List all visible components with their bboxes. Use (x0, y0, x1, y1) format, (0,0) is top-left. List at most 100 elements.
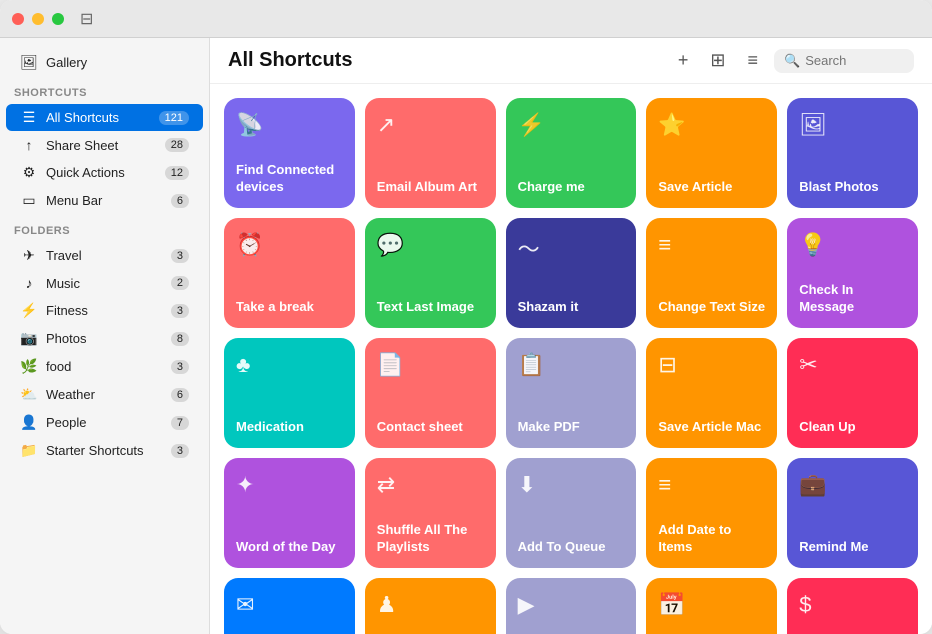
contact-sheet-label: Contact sheet (377, 419, 484, 436)
shortcut-card-remind-me[interactable]: 💼Remind Me (787, 458, 918, 568)
food-icon: 🌿 (20, 358, 38, 375)
minimize-button[interactable] (32, 13, 44, 25)
add-button[interactable]: + (672, 48, 695, 73)
medication-icon: ♣ (236, 352, 343, 378)
quick-actions-icon: ⚙ (20, 164, 38, 181)
sidebar-item-fitness[interactable]: ⚡ Fitness 3 (6, 297, 203, 324)
main-window: ⊟ 🖼 Gallery Shortcuts ☰ All Shortcuts 12… (0, 0, 932, 634)
add-to-queue-label: Add To Queue (518, 539, 625, 556)
shortcut-card-take-a-break[interactable]: ⏰ Take a break (224, 218, 355, 328)
all-shortcuts-label: All Shortcuts (46, 110, 119, 125)
shortcut-card-word-of-the-day[interactable]: ✦ Word of the Day (224, 458, 355, 568)
email-album-art-label: Email Album Art (377, 179, 484, 196)
sidebar-item-quick-actions[interactable]: ⚙ Quick Actions 12 (6, 159, 203, 186)
food-badge: 3 (171, 360, 189, 374)
word-of-the-day-label: Word of the Day (236, 539, 343, 556)
people-label: People (46, 415, 86, 430)
content-area: 🖼 Gallery Shortcuts ☰ All Shortcuts 121 … (0, 38, 932, 634)
word-of-the-day-icon: ✦ (236, 472, 343, 498)
quick-actions-badge: 12 (165, 166, 189, 180)
shortcut-card-blast-photos[interactable]: 🖼 Blast Photos (787, 98, 918, 208)
shortcut-card-charge-me[interactable]: ⚡Charge me (506, 98, 637, 208)
shortcut-card-gas-on-this-street[interactable]: ♟Gas On This Street (365, 578, 496, 634)
titlebar: ⊟ (0, 0, 932, 38)
fitness-label: Fitness (46, 303, 88, 318)
shortcuts-grid: 📡Find Connected devices ↗ Email Album Art ⚡… (224, 98, 918, 634)
search-icon: 🔍 (784, 53, 800, 69)
medication-label: Medication (236, 419, 343, 436)
shortcut-card-calculate-tip[interactable]: $Calculate Tip (787, 578, 918, 634)
sidebar-item-food[interactable]: 🌿 food 3 (6, 353, 203, 380)
music-icon: ♪ (20, 275, 38, 291)
how-many-days-until-icon: 📅 (658, 592, 765, 618)
main-header: All Shortcuts + ⊞ ≡ 🔍 (210, 38, 932, 84)
shortcut-card-contact-sheet[interactable]: 📄Contact sheet (365, 338, 496, 448)
food-label: food (46, 359, 71, 374)
change-text-size-icon: ≡ (658, 232, 765, 258)
people-icon: 👤 (20, 414, 38, 431)
clean-up-label: Clean Up (799, 419, 906, 436)
sidebar-section-folders: Folders (0, 215, 209, 241)
grid-view-button[interactable]: ⊞ (704, 48, 731, 73)
shortcut-card-add-date-to-items[interactable]: ≡Add Date to Items (646, 458, 777, 568)
search-input[interactable] (805, 53, 905, 68)
check-in-message-icon: 💡 (799, 232, 906, 258)
text-last-image-icon: 💬 (377, 232, 484, 258)
shortcut-card-email-myself[interactable]: ✉Email Myself (224, 578, 355, 634)
shortcut-card-medication[interactable]: ♣ Medication (224, 338, 355, 448)
email-album-art-icon: ↗ (377, 112, 484, 138)
sidebar-item-gallery[interactable]: 🖼 Gallery (6, 49, 203, 76)
weather-icon: ⛅ (20, 386, 38, 403)
sidebar-item-people[interactable]: 👤 People 7 (6, 409, 203, 436)
maximize-button[interactable] (52, 13, 64, 25)
shortcut-card-add-to-queue[interactable]: ⬇Add To Queue (506, 458, 637, 568)
shortcut-card-sort-lines[interactable]: ▶Sort Lines (506, 578, 637, 634)
shortcut-card-make-pdf[interactable]: 📋Make PDF (506, 338, 637, 448)
sidebar-item-starter-shortcuts[interactable]: 📁 Starter Shortcuts 3 (6, 437, 203, 464)
sidebar-toggle-icon[interactable]: ⊟ (80, 9, 93, 29)
photos-badge: 8 (171, 332, 189, 346)
sidebar-item-all-shortcuts[interactable]: ☰ All Shortcuts 121 (6, 104, 203, 131)
shortcut-card-save-article-mac[interactable]: ⊟Save Article Mac (646, 338, 777, 448)
close-button[interactable] (12, 13, 24, 25)
shortcut-card-shazam-it[interactable]: 〜Shazam it (506, 218, 637, 328)
check-in-message-label: Check In Message (799, 282, 906, 316)
shortcut-card-text-last-image[interactable]: 💬 Text Last Image (365, 218, 496, 328)
sidebar-item-weather[interactable]: ⛅ Weather 6 (6, 381, 203, 408)
main-content: All Shortcuts + ⊞ ≡ 🔍 📡Find Connected de… (210, 38, 932, 634)
starter-shortcuts-badge: 3 (171, 444, 189, 458)
shortcut-card-change-text-size[interactable]: ≡ Change Text Size (646, 218, 777, 328)
shortcut-card-check-in-message[interactable]: 💡 Check In Message (787, 218, 918, 328)
find-connected-devices-icon: 📡 (236, 112, 343, 138)
blast-photos-icon: 🖼 (799, 112, 906, 138)
shortcut-card-save-article[interactable]: ⭐Save Article (646, 98, 777, 208)
sidebar-item-music[interactable]: ♪ Music 2 (6, 270, 203, 296)
shuffle-all-playlists-label: Shuffle All The Playlists (377, 522, 484, 556)
starter-shortcuts-icon: 📁 (20, 442, 38, 459)
shortcut-card-find-connected-devices[interactable]: 📡Find Connected devices (224, 98, 355, 208)
sidebar-item-share-sheet[interactable]: ↑ Share Sheet 28 (6, 132, 203, 158)
shortcut-card-clean-up[interactable]: ✂Clean Up (787, 338, 918, 448)
menu-bar-label: Menu Bar (46, 193, 102, 208)
change-text-size-label: Change Text Size (658, 299, 765, 316)
music-label: Music (46, 276, 80, 291)
shortcut-card-shuffle-all-playlists[interactable]: ⇄ Shuffle All The Playlists (365, 458, 496, 568)
weather-badge: 6 (171, 388, 189, 402)
shazam-it-icon: 〜 (518, 232, 625, 264)
sidebar-item-photos[interactable]: 📷 Photos 8 (6, 325, 203, 352)
share-sheet-label: Share Sheet (46, 138, 118, 153)
shortcuts-grid-area: 📡Find Connected devices ↗ Email Album Art ⚡… (210, 84, 932, 634)
search-box: 🔍 (774, 49, 914, 73)
shuffle-all-playlists-icon: ⇄ (377, 472, 484, 498)
shortcut-card-email-album-art[interactable]: ↗ Email Album Art (365, 98, 496, 208)
sidebar-item-travel[interactable]: ✈ Travel 3 (6, 242, 203, 269)
take-a-break-label: Take a break (236, 299, 343, 316)
blast-photos-label: Blast Photos (799, 179, 906, 196)
email-myself-icon: ✉ (236, 592, 343, 618)
shortcut-card-how-many-days-until[interactable]: 📅How Many Days Until (646, 578, 777, 634)
list-view-button[interactable]: ≡ (741, 48, 764, 73)
take-a-break-icon: ⏰ (236, 232, 343, 258)
travel-label: Travel (46, 248, 82, 263)
text-last-image-label: Text Last Image (377, 299, 484, 316)
sidebar-item-menu-bar[interactable]: ▭ Menu Bar 6 (6, 187, 203, 214)
